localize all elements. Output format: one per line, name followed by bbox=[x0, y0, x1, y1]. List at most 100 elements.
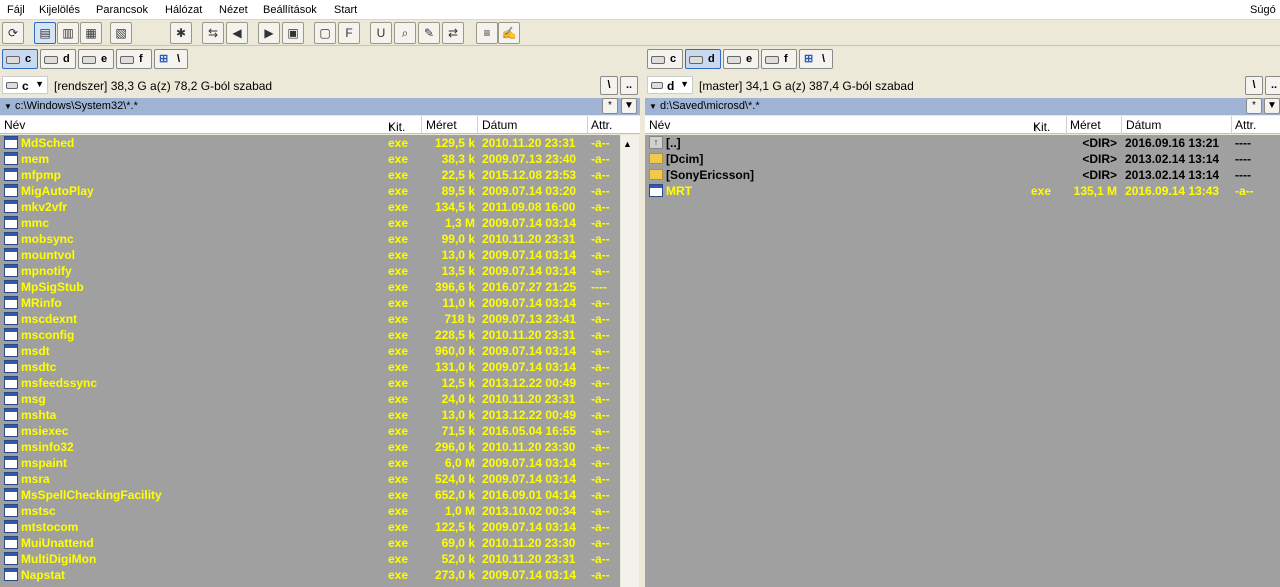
back-icon[interactable]: ◀ bbox=[226, 22, 248, 44]
right-info-bar: d ▼ [master] 34,1 G a(z) 387,4 G-ból sza… bbox=[645, 75, 1280, 97]
file-row[interactable]: MultiDigiMon exe 52,0 k 2010.11.20 23:31 -a-… bbox=[0, 551, 620, 567]
menu-help[interactable]: Súgó bbox=[1250, 4, 1276, 16]
left-drive-f-button[interactable]: f bbox=[116, 49, 152, 69]
left-up-button[interactable]: .. bbox=[620, 76, 638, 95]
rename-icon[interactable]: ✎ bbox=[418, 22, 440, 44]
file-row[interactable]: msg exe 24,0 k 2010.11.20 23:31 -a-- bbox=[0, 391, 620, 407]
refresh-icon[interactable]: ⟳ bbox=[2, 22, 24, 44]
sync-icon[interactable]: ⇄ bbox=[442, 22, 464, 44]
left-path-bar[interactable]: ▼ c:\Windows\System32\*.* * ▼ bbox=[0, 98, 640, 115]
col-date[interactable]: Dátum bbox=[1126, 118, 1161, 132]
panel-divider[interactable] bbox=[640, 46, 645, 587]
file-row[interactable]: mfpmp exe 22,5 k 2015.12.08 23:53 -a-- bbox=[0, 167, 620, 183]
file-row[interactable]: mpnotify exe 13,5 k 2009.07.14 03:14 -a-- bbox=[0, 263, 620, 279]
pack-icon[interactable]: ▣ bbox=[282, 22, 304, 44]
col-size[interactable]: Méret bbox=[426, 118, 457, 132]
left-filter-button[interactable]: * bbox=[602, 98, 618, 114]
right-root-button[interactable]: \ bbox=[1245, 76, 1263, 95]
forward-icon[interactable]: ▶ bbox=[258, 22, 280, 44]
file-row[interactable]: MsSpellCheckingFacility exe 652,0 k 2016.09… bbox=[0, 487, 620, 503]
scroll-up-icon[interactable]: ▲ bbox=[623, 139, 632, 149]
menu-3[interactable]: Hálózat bbox=[165, 4, 202, 16]
thumbnails-icon[interactable]: ▦ bbox=[80, 22, 102, 44]
file-row[interactable]: MRT exe 135,1 M 2016.09.14 13:43 -a-- bbox=[645, 183, 1280, 199]
right-path-bar[interactable]: ▼ d:\Saved\microsd\*.* * ▼ bbox=[645, 98, 1280, 115]
file-row[interactable]: msra exe 524,0 k 2009.07.14 03:14 -a-- bbox=[0, 471, 620, 487]
file-row[interactable]: mkv2vfr exe 134,5 k 2011.09.08 16:00 -a-- bbox=[0, 199, 620, 215]
file-row[interactable]: mscdexnt exe 718 b 2009.07.13 23:41 -a-- bbox=[0, 311, 620, 327]
menu-2[interactable]: Parancsok bbox=[96, 4, 148, 16]
invert-selection-icon[interactable]: ✱ bbox=[170, 22, 192, 44]
file-row[interactable]: msdt exe 960,0 k 2009.07.14 03:14 -a-- bbox=[0, 343, 620, 359]
left-drive-c-button[interactable]: c bbox=[2, 49, 38, 69]
file-row[interactable]: mobsync exe 99,0 k 2010.11.20 23:31 -a-- bbox=[0, 231, 620, 247]
left-scrollbar[interactable]: ▲ bbox=[621, 135, 639, 587]
col-date[interactable]: Dátum bbox=[482, 118, 517, 132]
file-attr: -a-- bbox=[591, 328, 610, 342]
file-row[interactable]: mmc exe 1,3 M 2009.07.14 03:14 -a-- bbox=[0, 215, 620, 231]
right-drive-f-button[interactable]: f bbox=[761, 49, 797, 69]
right-drive-e-button[interactable]: e bbox=[723, 49, 759, 69]
file-attr: -a-- bbox=[591, 568, 610, 582]
menu-6[interactable]: Start bbox=[334, 4, 357, 16]
compare-files-icon[interactable]: ≡ bbox=[476, 22, 498, 44]
menu-5[interactable]: Beállítások bbox=[263, 4, 317, 16]
compare-icon[interactable]: ⇆ bbox=[202, 22, 224, 44]
menu-0[interactable]: Fájl bbox=[7, 4, 25, 16]
file-row[interactable]: msiexec exe 71,5 k 2016.05.04 16:55 -a-- bbox=[0, 423, 620, 439]
right-drive-c-button[interactable]: c bbox=[647, 49, 683, 69]
file-row[interactable]: msconfig exe 228,5 k 2010.11.20 23:31 -a-- bbox=[0, 327, 620, 343]
left-file-list[interactable]: MdSched exe 129,5 k 2010.11.20 23:31 -a-- mem… bbox=[0, 135, 620, 587]
ftp-icon[interactable]: F bbox=[338, 22, 360, 44]
right-filter-button[interactable]: * bbox=[1246, 98, 1262, 114]
file-row[interactable]: MuiUnattend exe 69,0 k 2010.11.20 23:30 -a-- bbox=[0, 535, 620, 551]
full-view-icon[interactable]: ▥ bbox=[57, 22, 79, 44]
file-size: 69,0 k bbox=[441, 536, 475, 550]
file-row[interactable]: mshta exe 13,0 k 2013.12.22 00:49 -a-- bbox=[0, 407, 620, 423]
file-row[interactable]: MdSched exe 129,5 k 2010.11.20 23:31 -a-- bbox=[0, 135, 620, 151]
col-attr[interactable]: Attr. bbox=[591, 118, 612, 132]
col-name[interactable]: Név bbox=[4, 118, 25, 132]
col-size[interactable]: Méret bbox=[1070, 118, 1101, 132]
file-row[interactable]: MpSigStub exe 396,6 k 2016.07.27 21:25 ---- bbox=[0, 279, 620, 295]
file-attr: -a-- bbox=[591, 152, 610, 166]
left-drive-d-button[interactable]: d bbox=[40, 49, 76, 69]
right-network-button[interactable]: ⊞ \ bbox=[799, 49, 833, 69]
right-file-list[interactable]: ↑ [..] <DIR> 2016.09.16 13:21 ---- [Dcim] <DIR… bbox=[645, 135, 1280, 587]
right-drive-d-button[interactable]: d bbox=[685, 49, 721, 69]
url-icon[interactable]: U bbox=[370, 22, 392, 44]
file-row[interactable]: msinfo32 exe 296,0 k 2010.11.20 23:30 -a-- bbox=[0, 439, 620, 455]
file-row[interactable]: MRinfo exe 11,0 k 2009.07.14 03:14 -a-- bbox=[0, 295, 620, 311]
brief-view-icon[interactable]: ▤ bbox=[34, 22, 56, 44]
unpack-icon[interactable]: ▢ bbox=[314, 22, 336, 44]
file-row[interactable]: MigAutoPlay exe 89,5 k 2009.07.14 03:20 -a-- bbox=[0, 183, 620, 199]
file-row[interactable]: mspaint exe 6,0 M 2009.07.14 03:14 -a-- bbox=[0, 455, 620, 471]
exe-file-icon bbox=[4, 152, 18, 165]
file-row[interactable]: mstsc exe 1,0 M 2013.10.02 00:34 -a-- bbox=[0, 503, 620, 519]
file-row[interactable]: msdtc exe 131,0 k 2009.07.14 03:14 -a-- bbox=[0, 359, 620, 375]
left-drive-e-button[interactable]: e bbox=[78, 49, 114, 69]
file-row[interactable]: Napstat exe 273,0 k 2009.07.14 03:14 -a-- bbox=[0, 567, 620, 583]
file-row[interactable]: mem exe 38,3 k 2009.07.13 23:40 -a-- bbox=[0, 151, 620, 167]
tree-icon[interactable]: ▧ bbox=[110, 22, 132, 44]
right-up-button[interactable]: .. bbox=[1265, 76, 1280, 95]
folder-row[interactable]: [SonyEricsson] <DIR> 2013.02.14 13:14 ---- bbox=[645, 167, 1280, 183]
left-network-button[interactable]: ⊞ \ bbox=[154, 49, 188, 69]
col-name[interactable]: Név bbox=[649, 118, 670, 132]
left-history-button[interactable]: ▼ bbox=[621, 98, 637, 114]
menu-4[interactable]: Nézet bbox=[219, 4, 248, 16]
file-row[interactable]: mountvol exe 13,0 k 2009.07.14 03:14 -a-- bbox=[0, 247, 620, 263]
col-attr[interactable]: Attr. bbox=[1235, 118, 1256, 132]
find-icon[interactable]: ⌕ bbox=[394, 22, 416, 44]
right-drive-combo[interactable]: d ▼ bbox=[647, 76, 693, 94]
file-attr: -a-- bbox=[591, 248, 610, 262]
file-row[interactable]: mtstocom exe 122,5 k 2009.07.14 03:14 -a-- bbox=[0, 519, 620, 535]
right-history-button[interactable]: ▼ bbox=[1264, 98, 1280, 114]
parent-dir-row[interactable]: ↑ [..] <DIR> 2016.09.16 13:21 ---- bbox=[645, 135, 1280, 151]
file-row[interactable]: msfeedssync exe 12,5 k 2013.12.22 00:49 -a-- bbox=[0, 375, 620, 391]
notepad-icon[interactable]: ✍ bbox=[498, 22, 520, 44]
menu-1[interactable]: Kijelölés bbox=[39, 4, 80, 16]
folder-row[interactable]: [Dcim] <DIR> 2013.02.14 13:14 ---- bbox=[645, 151, 1280, 167]
left-drive-combo[interactable]: c ▼ bbox=[2, 76, 48, 94]
left-root-button[interactable]: \ bbox=[600, 76, 618, 95]
